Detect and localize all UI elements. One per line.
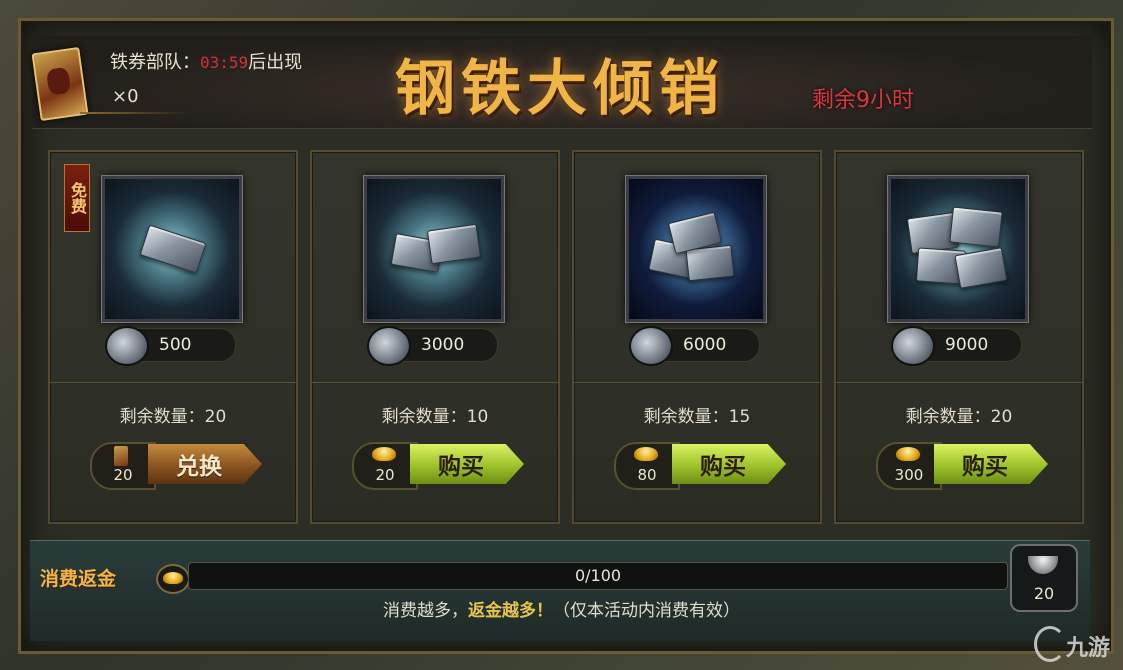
rebate-hint: 消费越多，返金越多！（仅本活动内消费有效）: [0, 596, 1123, 621]
buy-button-label: 购买: [672, 444, 786, 484]
steel-amount-bar: 3000: [367, 326, 498, 366]
steel-amount-bar: 6000: [629, 326, 760, 366]
reward-count: 20: [1033, 584, 1055, 603]
free-tag: 免费: [64, 164, 90, 232]
shop-item-2: 3000 剩余数量：10 20 购买: [310, 150, 560, 524]
gold-ingot-icon: [372, 447, 396, 461]
steel-ingot-icon: [139, 224, 207, 274]
buy-button-label: 购买: [410, 444, 524, 484]
divider: [312, 382, 558, 383]
steel-ingot-icon: [685, 244, 735, 282]
troop-spawn-info: 铁券部队：03:59后出现: [110, 48, 302, 74]
divider: [574, 382, 820, 383]
cost-badge: 20: [352, 442, 418, 490]
stock-remaining: 剩余数量：10: [381, 407, 489, 427]
steel-icon: [367, 326, 411, 366]
rebate-footer: [30, 540, 1090, 641]
divider: [836, 382, 1082, 383]
hint-highlight: 返金越多！: [468, 601, 553, 621]
steel-icon: [629, 326, 673, 366]
shop-item-3: 6000 剩余数量：15 80 购买: [572, 150, 822, 524]
steel-amount: 3000: [421, 335, 465, 355]
steel-ingot-icon: [954, 247, 1008, 289]
divider: [80, 112, 190, 114]
progress-text: 0/100: [574, 566, 622, 585]
silver-bowl-icon: [1028, 556, 1058, 574]
page-title: 钢铁大倾销: [395, 54, 725, 124]
cost-value: 20: [375, 466, 395, 484]
cost-value: 300: [894, 466, 924, 484]
item-image-frame: [364, 176, 504, 322]
gold-ingot-icon: [156, 564, 190, 594]
steel-amount: 6000: [683, 335, 727, 355]
steel-amount-bar: 9000: [891, 326, 1022, 366]
stock-remaining: 剩余数量：15: [643, 407, 751, 427]
steel-amount-bar: 500: [105, 326, 236, 366]
stock-remaining: 剩余数量：20: [905, 407, 1013, 427]
hint-suffix: （仅本活动内消费有效）: [553, 601, 740, 621]
steel-icon: [105, 326, 149, 366]
troop-suffix: 后出现: [248, 52, 303, 73]
iron-voucher-card-icon: [31, 46, 89, 122]
watermark-logo-icon: [1034, 626, 1066, 662]
divider: [50, 382, 296, 383]
buy-button[interactable]: 20 购买: [352, 442, 524, 490]
rebate-progress-bar: 0/100: [188, 562, 1008, 590]
item-image-frame: [888, 176, 1028, 322]
cost-value: 20: [113, 466, 133, 484]
rebate-label: 消费返金: [40, 568, 117, 590]
rebate-reward-box[interactable]: 20: [1010, 544, 1078, 612]
card-icon: [114, 446, 128, 466]
voucher-count: ×0: [112, 86, 139, 107]
exchange-button[interactable]: 20 兑换: [90, 442, 262, 490]
stock-remaining: 剩余数量：20: [119, 407, 227, 427]
cost-badge: 300: [876, 442, 942, 490]
gold-ingot-icon: [896, 447, 920, 461]
steel-ingot-icon: [949, 206, 1003, 248]
troop-label: 铁券部队：: [110, 52, 200, 73]
cost-value: 80: [637, 466, 657, 484]
hint-prefix: 消费越多，: [383, 601, 468, 621]
item-image-frame: [102, 176, 242, 322]
exchange-button-label: 兑换: [148, 444, 262, 484]
steel-icon: [891, 326, 935, 366]
troop-timer: 03:59: [200, 53, 249, 72]
cost-badge: 20: [90, 442, 156, 490]
item-image-frame: [626, 176, 766, 322]
buy-button[interactable]: 300 购买: [876, 442, 1048, 490]
steel-ingot-icon: [426, 223, 482, 265]
watermark: 九游: [1066, 636, 1111, 661]
steel-amount: 500: [159, 335, 192, 355]
remaining-time: 剩余9小时: [812, 88, 914, 113]
shop-item-4: 9000 剩余数量：20 300 购买: [834, 150, 1084, 524]
cost-badge: 80: [614, 442, 680, 490]
gold-ingot-icon: [634, 447, 658, 461]
steel-amount: 9000: [945, 335, 989, 355]
buy-button[interactable]: 80 购买: [614, 442, 786, 490]
buy-button-label: 购买: [934, 444, 1048, 484]
